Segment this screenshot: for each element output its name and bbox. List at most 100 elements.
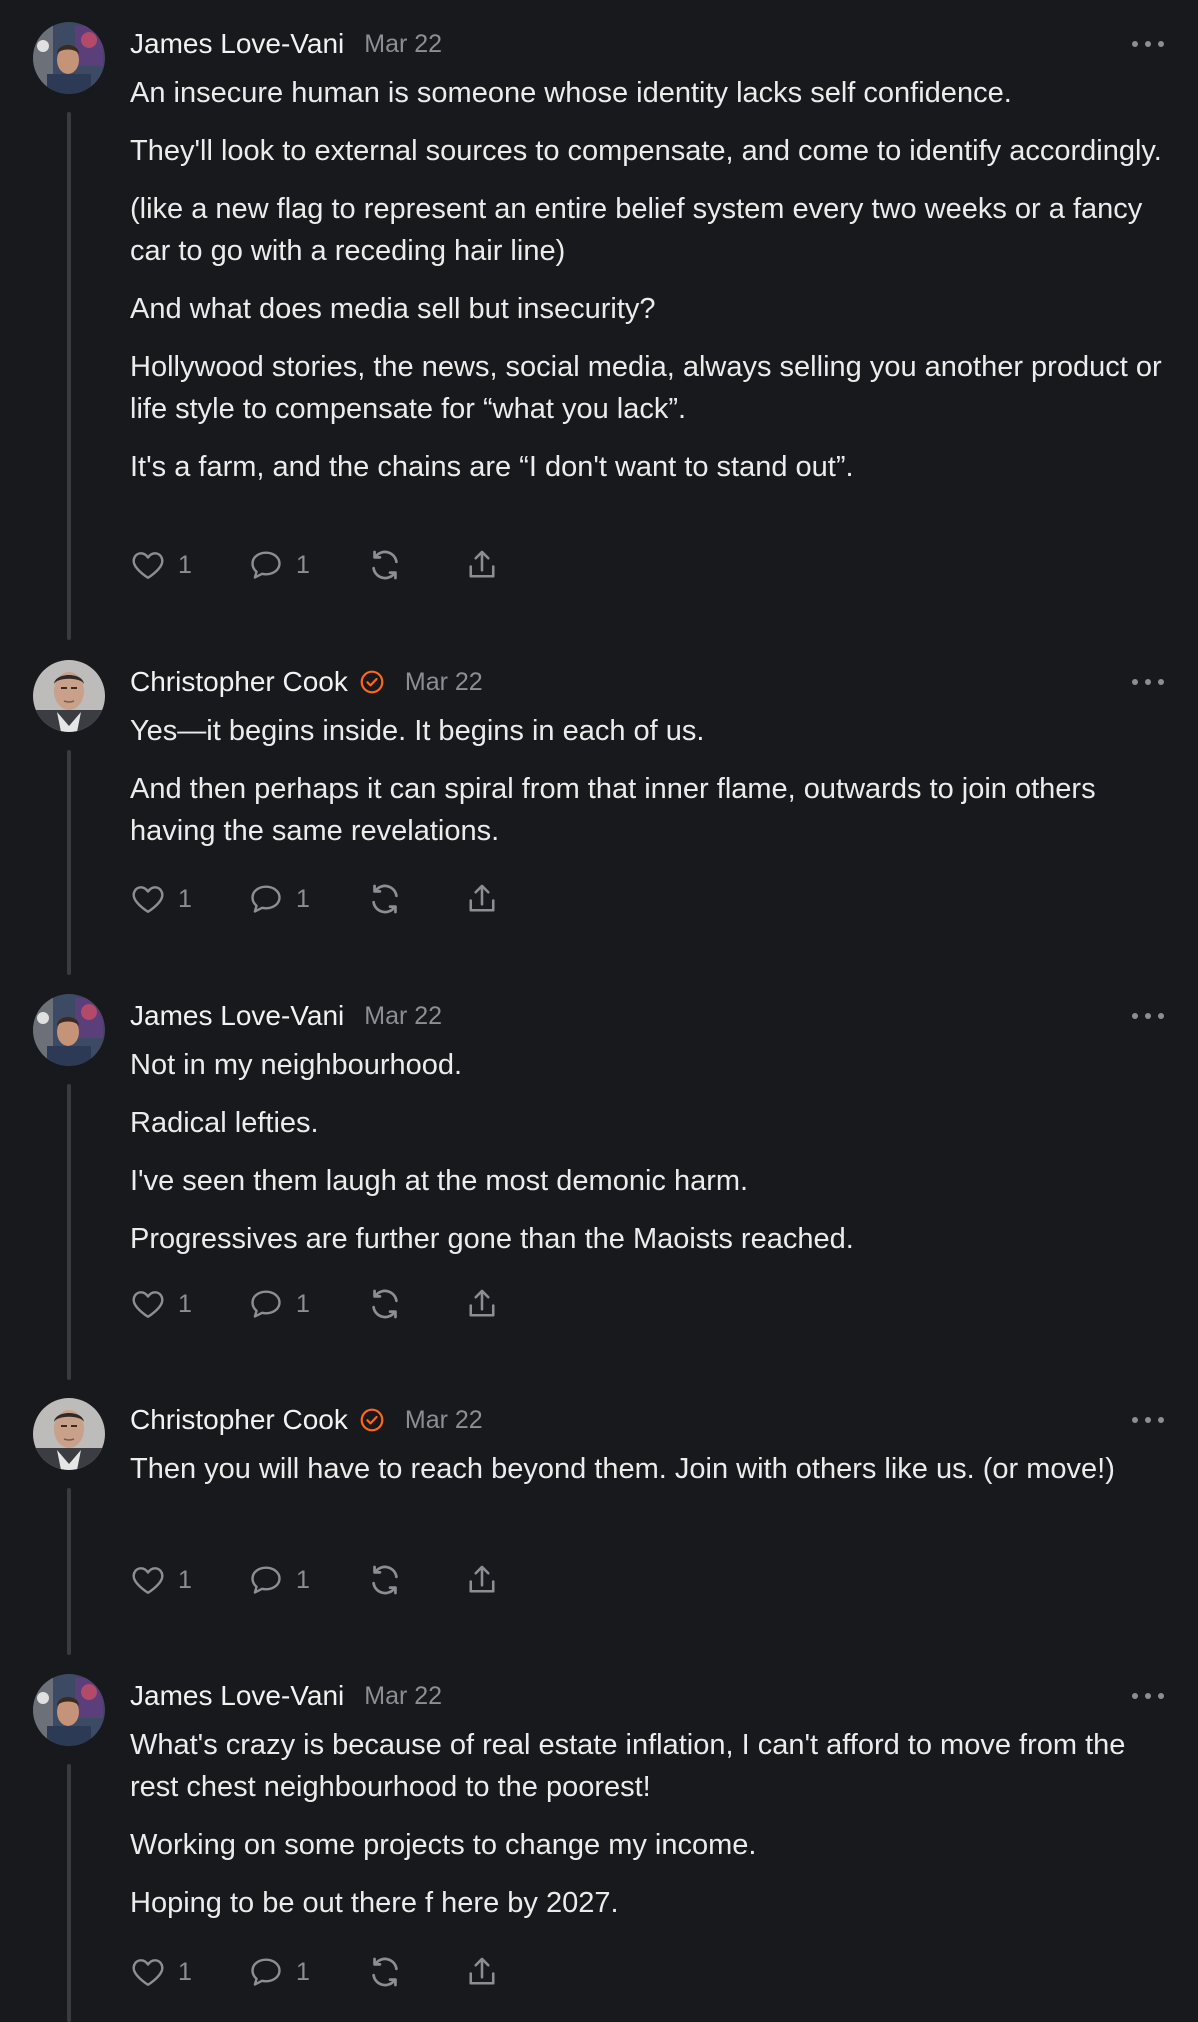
author-name[interactable]: James Love-Vani xyxy=(130,1680,344,1712)
like-count: 1 xyxy=(178,884,192,913)
comment-actions: 11 xyxy=(130,1952,500,1992)
restack-button[interactable] xyxy=(366,880,464,918)
comment-paragraph: They'll look to external sources to comp… xyxy=(130,135,1162,167)
comment: James Love-Vani Mar 22 An insecure human i… xyxy=(0,22,1198,640)
thread-line xyxy=(67,1488,71,1655)
ellipsis-icon[interactable] xyxy=(1132,1008,1164,1024)
comment-header: Christopher Cook Mar 22 xyxy=(130,660,483,704)
reply-button[interactable]: 1 xyxy=(248,881,366,917)
share-button[interactable] xyxy=(464,547,500,583)
share-icon xyxy=(464,1562,500,1598)
like-count: 1 xyxy=(178,1289,192,1318)
avatar[interactable] xyxy=(33,22,105,94)
restack-button[interactable] xyxy=(366,1561,464,1599)
comment-paragraph: Radical lefties. xyxy=(130,1107,319,1139)
comment-paragraph: Not in my neighbourhood. xyxy=(130,1049,463,1081)
heart-icon xyxy=(130,1286,166,1322)
thread-line xyxy=(67,112,71,640)
comment-body: Yes—it begins inside. It begins in each … xyxy=(130,710,1170,868)
speech-bubble-icon xyxy=(248,1954,284,1990)
share-icon xyxy=(464,1954,500,1990)
like-count: 1 xyxy=(178,550,192,579)
share-button[interactable] xyxy=(464,881,500,917)
comment-paragraph: Progressives are further gone than the M… xyxy=(130,1223,854,1255)
comment-paragraph: Then you will have to reach beyond them.… xyxy=(130,1453,1115,1485)
comment-paragraph: Hoping to be out there f here by 2027. xyxy=(130,1887,619,1919)
ellipsis-icon[interactable] xyxy=(1132,1412,1164,1428)
share-button[interactable] xyxy=(464,1954,500,1990)
restack-button[interactable] xyxy=(366,1953,464,1991)
restack-icon xyxy=(366,1561,404,1599)
comment: Christopher Cook Mar 22 Then you will have… xyxy=(0,1398,1198,1655)
comment-paragraph: And then perhaps it can spiral from that… xyxy=(130,773,1096,847)
reply-count: 1 xyxy=(296,1289,310,1318)
restack-icon xyxy=(366,546,404,584)
comment-header: Christopher Cook Mar 22 xyxy=(130,1398,483,1442)
like-button[interactable]: 1 xyxy=(130,881,248,917)
heart-icon xyxy=(130,881,166,917)
comment-paragraph: What's crazy is because of real estate i… xyxy=(130,1729,1126,1803)
comment-body: Not in my neighbourhood. Radical lefties.… xyxy=(130,1044,1170,1276)
like-button[interactable]: 1 xyxy=(130,1562,248,1598)
comment-actions: 11 xyxy=(130,879,500,919)
comment-body: An insecure human is someone whose ident… xyxy=(130,72,1170,504)
reply-count: 1 xyxy=(296,884,310,913)
restack-icon xyxy=(366,1285,404,1323)
thread-line xyxy=(67,1764,71,2022)
comment-paragraph: And what does media sell but insecurity? xyxy=(130,293,656,325)
speech-bubble-icon xyxy=(248,547,284,583)
thread-line xyxy=(67,750,71,975)
comment-header: James Love-Vani Mar 22 xyxy=(130,994,442,1038)
restack-button[interactable] xyxy=(366,546,464,584)
author-name[interactable]: James Love-Vani xyxy=(130,28,344,60)
like-button[interactable]: 1 xyxy=(130,1286,248,1322)
speech-bubble-icon xyxy=(248,1286,284,1322)
ellipsis-icon[interactable] xyxy=(1132,674,1164,690)
restack-icon xyxy=(366,880,404,918)
author-name[interactable]: Christopher Cook xyxy=(130,1404,348,1436)
comment-paragraph: Hollywood stories, the news, social medi… xyxy=(130,351,1162,425)
share-icon xyxy=(464,881,500,917)
verified-check-icon xyxy=(359,1407,385,1433)
heart-icon xyxy=(130,1562,166,1598)
share-button[interactable] xyxy=(464,1286,500,1322)
avatar[interactable] xyxy=(33,1398,105,1470)
restack-button[interactable] xyxy=(366,1285,464,1323)
reply-button[interactable]: 1 xyxy=(248,1562,366,1598)
comment-body: What's crazy is because of real estate i… xyxy=(130,1724,1170,1940)
comment-thread: James Love-Vani Mar 22 An insecure human i… xyxy=(0,0,1198,2022)
comment-actions: 11 xyxy=(130,545,500,585)
comment-paragraph: It's a farm, and the chains are “I don't… xyxy=(130,451,854,483)
avatar[interactable] xyxy=(33,660,105,732)
comment-date[interactable]: Mar 22 xyxy=(405,1406,483,1435)
author-name[interactable]: Christopher Cook xyxy=(130,666,348,698)
thread-line xyxy=(67,1084,71,1380)
heart-icon xyxy=(130,547,166,583)
comment-date[interactable]: Mar 22 xyxy=(364,1682,442,1711)
speech-bubble-icon xyxy=(248,1562,284,1598)
reply-button[interactable]: 1 xyxy=(248,1954,366,1990)
comment-paragraph: I've seen them laugh at the most demonic… xyxy=(130,1165,749,1197)
author-name[interactable]: James Love-Vani xyxy=(130,1000,344,1032)
comment-paragraph: (like a new flag to represent an entire … xyxy=(130,193,1143,267)
comment-date[interactable]: Mar 22 xyxy=(364,30,442,59)
reply-count: 1 xyxy=(296,1565,310,1594)
reply-button[interactable]: 1 xyxy=(248,1286,366,1322)
comment: Christopher Cook Mar 22 Yes—it begins insi… xyxy=(0,660,1198,975)
reply-count: 1 xyxy=(296,550,310,579)
heart-icon xyxy=(130,1954,166,1990)
like-button[interactable]: 1 xyxy=(130,1954,248,1990)
avatar[interactable] xyxy=(33,994,105,1066)
share-button[interactable] xyxy=(464,1562,500,1598)
comment-date[interactable]: Mar 22 xyxy=(405,668,483,697)
reply-button[interactable]: 1 xyxy=(248,547,366,583)
avatar[interactable] xyxy=(33,1674,105,1746)
reply-count: 1 xyxy=(296,1957,310,1986)
share-icon xyxy=(464,547,500,583)
comment-paragraph: An insecure human is someone whose ident… xyxy=(130,77,1012,109)
like-button[interactable]: 1 xyxy=(130,547,248,583)
comment-header: James Love-Vani Mar 22 xyxy=(130,22,442,66)
comment-date[interactable]: Mar 22 xyxy=(364,1002,442,1031)
ellipsis-icon[interactable] xyxy=(1132,1688,1164,1704)
ellipsis-icon[interactable] xyxy=(1132,36,1164,52)
